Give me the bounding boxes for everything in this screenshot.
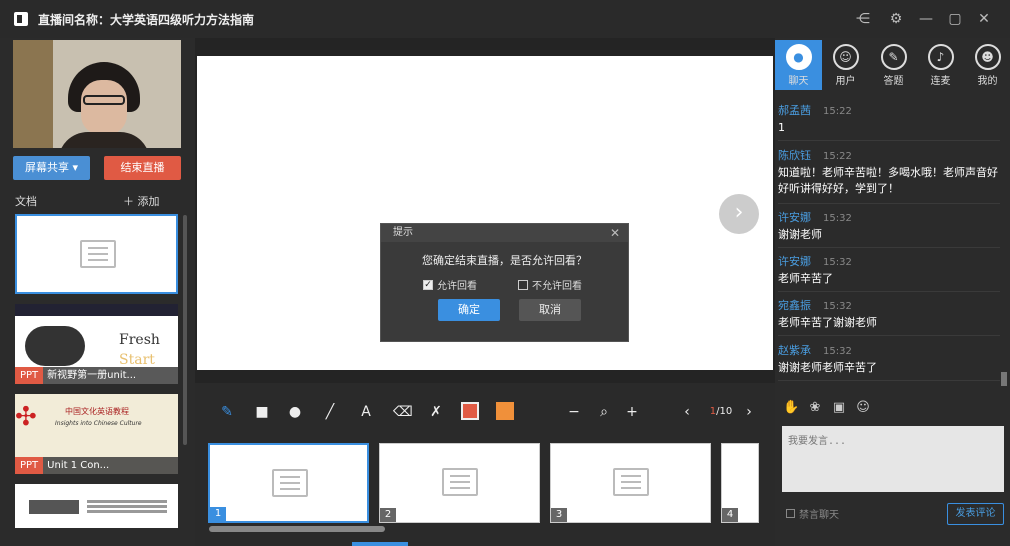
add-doc-button[interactable]: ＋ 添加	[123, 193, 160, 209]
prev-page-icon[interactable]: ‹	[680, 404, 694, 420]
chat-message: 赵紫承 15:32 谢谢老师老师辛苦了	[778, 339, 1000, 381]
allow-replay-checkbox[interactable]: ✓ 允许回看	[423, 277, 477, 292]
slide-subtitle: Insights into Chinese Culture	[55, 420, 142, 427]
chat-message: 许安娜 15:32 老师辛苦了	[778, 250, 1000, 292]
mute-chat-checkbox[interactable]: 禁言聊天	[786, 506, 839, 521]
settings-gear-icon[interactable]: ⚙	[886, 9, 906, 29]
tab-mic[interactable]: ♪ 连麦	[917, 40, 964, 90]
ppt-badge: PPT	[15, 457, 44, 474]
doc-name: Unit 1 Con...	[47, 460, 110, 471]
page-indicator: 1/10	[709, 406, 733, 417]
doc-item[interactable]	[15, 484, 178, 528]
send-comment-button[interactable]: 发表评论	[947, 503, 1004, 525]
end-live-button[interactable]: 结束直播	[104, 156, 181, 180]
tab-users[interactable]: ☺ 用户	[822, 40, 869, 90]
page-thumb[interactable]: 2	[379, 443, 540, 523]
chat-message: 郝孟茜 15:22 1	[778, 99, 1000, 141]
doc-list-scrollbar[interactable]	[183, 215, 187, 445]
flower-icon[interactable]: ❀	[807, 400, 823, 416]
screen-share-button[interactable]: 屏幕共享 ▾	[13, 156, 90, 180]
next-page-icon[interactable]: ›	[719, 194, 759, 234]
doc-item[interactable]: Fresh Start PPT 新视野第一册unit...	[15, 304, 178, 384]
user-icon: ☻	[974, 44, 1001, 70]
checkbox-checked-icon: ✓	[423, 279, 433, 290]
minimize-icon[interactable]: —	[916, 9, 936, 29]
checkbox-unchecked-icon	[786, 509, 795, 518]
pen-icon[interactable]: ✎	[219, 404, 235, 420]
app-logo-icon	[14, 12, 28, 26]
doc-name: 新视野第一册unit...	[47, 370, 137, 381]
doc-item[interactable]: ✣ 中国文化英语教程 Insights into Chinese Culture…	[15, 394, 178, 474]
confirm-button[interactable]: 确定	[438, 299, 500, 321]
clear-icon[interactable]: ✗	[428, 404, 444, 420]
pencil-icon: ✎	[880, 44, 907, 70]
cancel-button[interactable]: 取消	[519, 299, 581, 321]
raise-hand-icon[interactable]: ✋	[783, 400, 799, 416]
chat-input[interactable]	[782, 426, 1004, 492]
document-icon	[80, 240, 116, 268]
dialog-message: 您确定结束直播，是否允许回看？	[422, 254, 587, 267]
zoom-in-icon[interactable]: +	[625, 404, 639, 420]
teacher-camera-video	[13, 40, 181, 148]
bottom-indicator	[352, 542, 408, 546]
chat-message: 宛鑫振 15:32 老师辛苦了谢谢老师	[778, 294, 1000, 336]
document-icon	[442, 468, 478, 496]
text-icon[interactable]: A	[358, 404, 374, 420]
confirm-dialog: 提示 ✕ 您确定结束直播，是否允许回看？ ✓ 允许回看 不允许回看 确定 取消	[380, 223, 629, 342]
maximize-icon[interactable]: ▢	[945, 9, 965, 29]
dialog-close-icon[interactable]: ✕	[610, 224, 620, 242]
page-thumb[interactable]: 4	[721, 443, 759, 523]
close-icon[interactable]: ✕	[974, 9, 994, 29]
zoom-out-icon[interactable]: −	[567, 404, 581, 420]
ppt-badge: PPT	[15, 367, 44, 384]
fill-color-swatch[interactable]	[496, 402, 514, 420]
page-strip-scrollbar[interactable]	[209, 526, 385, 532]
allow-replay-label: 允许回看	[437, 281, 477, 292]
docs-label: 文档	[15, 195, 37, 208]
microphone-icon: ♪	[927, 44, 954, 70]
eraser-icon[interactable]: ⌫	[393, 404, 413, 420]
chat-message: 许安娜 15:32 谢谢老师	[778, 206, 1000, 248]
slide-title: Fresh	[119, 332, 160, 348]
image-icon[interactable]: ▣	[831, 400, 847, 416]
emoji-icon[interactable]: ☺	[855, 400, 871, 416]
slide-subtitle: Start	[119, 352, 155, 368]
users-icon: ☺	[832, 44, 859, 70]
window-title: 直播间名称：大学英语四级听力方法指南	[38, 12, 255, 27]
mute-chat-label: 禁言聊天	[799, 510, 839, 521]
dialog-title: 提示	[393, 227, 413, 238]
slide-title: 中国文化英语教程	[65, 407, 129, 416]
page-thumb[interactable]: 3	[550, 443, 711, 523]
checkbox-unchecked-icon	[518, 279, 528, 290]
zoom-search-icon[interactable]: ⌕	[596, 404, 612, 420]
line-icon[interactable]: ╱	[322, 404, 338, 420]
circle-icon[interactable]: ●	[288, 404, 302, 420]
stroke-color-swatch[interactable]	[461, 402, 479, 420]
tab-chat[interactable]: ● 聊天	[775, 40, 822, 90]
page-thumb[interactable]: 1	[208, 443, 369, 523]
chat-scrollbar[interactable]	[1001, 372, 1007, 386]
chat-message-list[interactable]: 郝孟茜 15:22 1 陈欣钰 15:22 知道啦！老师辛苦啦！多喝水哦！老师声音好…	[778, 95, 1000, 385]
document-icon	[613, 468, 649, 496]
share-icon[interactable]: ⋲	[853, 9, 873, 29]
chat-bubble-icon: ●	[785, 44, 812, 70]
next-page-small-icon[interactable]: ›	[742, 404, 756, 420]
doc-item[interactable]	[15, 214, 178, 294]
tab-profile[interactable]: ☻ 我的	[964, 40, 1010, 90]
deny-replay-label: 不允许回看	[532, 281, 582, 292]
deny-replay-checkbox[interactable]: 不允许回看	[518, 277, 582, 292]
tab-quiz[interactable]: ✎ 答题	[870, 40, 917, 90]
chinese-knot-icon: ✣	[15, 402, 37, 432]
rectangle-icon[interactable]: ■	[255, 404, 269, 420]
document-icon	[272, 469, 308, 497]
chat-message: 陈欣钰 15:22 知道啦！老师辛苦啦！多喝水哦！老师声音好好听讲得好好，学到了！	[778, 144, 1000, 204]
